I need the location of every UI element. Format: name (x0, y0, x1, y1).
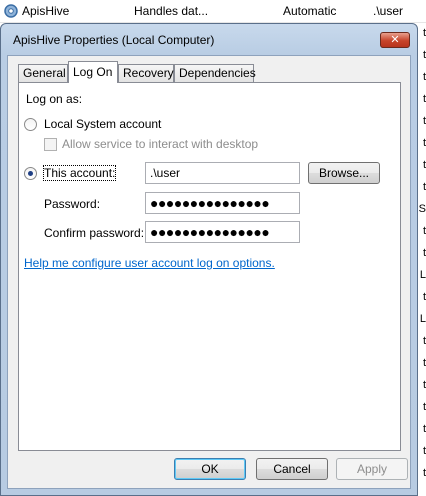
ok-button[interactable]: OK (174, 458, 246, 480)
password-field[interactable]: ●●●●●●●●●●●●●●● (145, 192, 300, 214)
dialog-title: ApisHive Properties (Local Computer) (13, 33, 215, 47)
tab-recovery[interactable]: Recovery (118, 64, 174, 82)
dialog-client-area: General Log On Recovery Dependencies Log… (7, 55, 411, 489)
tab-log-on[interactable]: Log On (68, 61, 118, 83)
services-list-row[interactable]: ApisHive Handles dat... Automatic .\user (0, 0, 426, 23)
local-system-radio[interactable] (24, 118, 37, 131)
tab-general[interactable]: General (18, 64, 68, 82)
apply-button[interactable]: Apply (336, 458, 408, 480)
close-icon: ✕ (390, 34, 400, 46)
service-startup-type: Automatic (283, 4, 337, 18)
service-gear-icon (4, 4, 18, 18)
cancel-button[interactable]: Cancel (256, 458, 328, 480)
close-button[interactable]: ✕ (380, 32, 410, 48)
service-description: Handles dat... (134, 4, 209, 18)
service-name: ApisHive (22, 4, 70, 18)
local-system-label[interactable]: Local System account (44, 117, 161, 131)
log-on-panel: Log on as: Local System account Allow se… (18, 82, 401, 451)
service-log-on-as: .\user (373, 4, 404, 18)
this-account-radio[interactable] (24, 167, 37, 180)
services-list-edge-char: L (419, 313, 426, 325)
this-account-label[interactable]: This account: (42, 165, 117, 181)
services-list-edge-char: L (419, 269, 426, 281)
allow-interact-checkbox[interactable] (44, 138, 57, 151)
confirm-password-field[interactable]: ●●●●●●●●●●●●●●● (145, 221, 300, 243)
browse-button[interactable]: Browse... (308, 162, 380, 184)
tab-dependencies[interactable]: Dependencies (174, 64, 256, 82)
password-label: Password: (44, 197, 101, 211)
help-configure-link[interactable]: Help me configure user account log on op… (24, 256, 275, 270)
allow-interact-label: Allow service to interact with desktop (62, 137, 259, 151)
log-on-as-label: Log on as: (26, 92, 83, 106)
services-list-edge: ttttttttSttLtLttttttt (418, 23, 426, 496)
account-field[interactable]: .\user (145, 162, 300, 184)
services-list-edge-char: S (418, 203, 426, 215)
confirm-password-label: Confirm password: (44, 226, 145, 240)
properties-dialog: ApisHive Properties (Local Computer) ✕ G… (0, 23, 418, 496)
